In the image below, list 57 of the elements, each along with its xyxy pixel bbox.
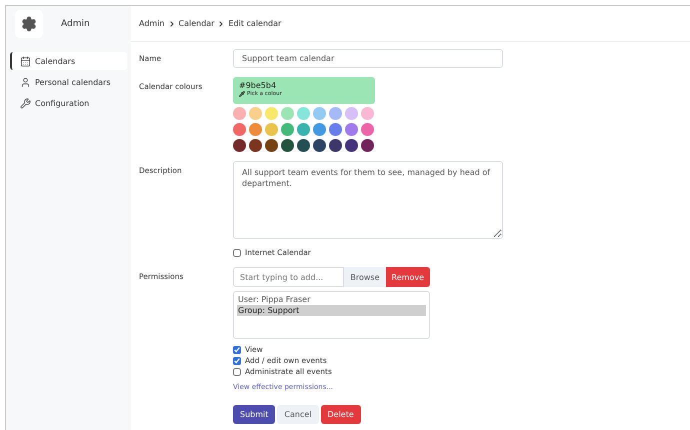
sidebar-item[interactable]: Calendars: [10, 52, 127, 70]
primary-button[interactable]: Submit: [233, 405, 276, 424]
colour-swatch[interactable]: [329, 139, 342, 152]
colour-swatch[interactable]: [249, 139, 262, 152]
colour-swatch[interactable]: [297, 107, 310, 120]
sidebar-item[interactable]: Configuration: [10, 94, 127, 112]
colour-swatch[interactable]: [329, 107, 342, 120]
colour-swatch[interactable]: [345, 139, 358, 152]
colour-swatch[interactable]: [281, 123, 294, 136]
colour-swatch[interactable]: [265, 139, 278, 152]
pipette-icon: [239, 91, 245, 97]
breadcrumb-item: Edit calendar: [228, 19, 282, 28]
calendar-icon: [20, 56, 31, 66]
breadcrumb-item[interactable]: Calendar: [178, 19, 214, 28]
colour-swatch[interactable]: [313, 107, 326, 120]
checkbox[interactable]: [233, 346, 241, 354]
permission-list[interactable]: User: Pippa Fraser Group: Support: [233, 291, 430, 339]
permission-search-field[interactable]: Start typing to add...: [233, 267, 344, 287]
colour-swatch[interactable]: [281, 107, 294, 120]
checkbox[interactable]: [233, 248, 241, 256]
wrench-icon: [20, 98, 31, 108]
chevron-icon: [217, 20, 226, 28]
checkbox[interactable]: [233, 356, 241, 364]
colour-swatch[interactable]: [313, 123, 326, 136]
checkbox[interactable]: [233, 368, 241, 376]
browse-button[interactable]: Browse: [344, 267, 386, 287]
secondary-button[interactable]: Cancel: [277, 405, 318, 424]
colour-swatch[interactable]: [329, 123, 342, 136]
colour-swatch[interactable]: [345, 123, 358, 136]
colour-swatch[interactable]: [249, 123, 262, 136]
remove-button[interactable]: Remove: [386, 267, 430, 287]
breadcrumb-item[interactable]: Admin: [139, 19, 164, 28]
colour-swatch[interactable]: [313, 139, 326, 152]
colour-swatch[interactable]: [249, 107, 262, 120]
sidebar-item[interactable]: Personal calendars: [10, 73, 127, 91]
description-field[interactable]: All support team events for them to see, managed by head of department.: [233, 161, 503, 239]
colour-swatch[interactable]: [361, 139, 374, 152]
colour-swatch[interactable]: [265, 123, 278, 136]
colour-swatch[interactable]: [233, 123, 246, 136]
colour-swatch[interactable]: [281, 139, 294, 152]
chevron-icon: [168, 20, 176, 28]
name-field[interactable]: Support team calendar: [233, 49, 503, 68]
colour-swatch[interactable]: [233, 139, 246, 152]
colour-swatch[interactable]: [297, 123, 310, 136]
colour-swatch[interactable]: [361, 123, 374, 136]
colour-value: #9be5b4: [239, 81, 278, 90]
permission-entry[interactable]: Group: Support: [237, 305, 426, 316]
colour-swatch[interactable]: [233, 107, 246, 120]
colour-swatch[interactable]: [265, 107, 278, 120]
colour-swatch[interactable]: [345, 107, 358, 120]
sidebar-title: Admin: [61, 19, 90, 29]
colour-swatch[interactable]: [297, 139, 310, 152]
permission-entry[interactable]: User: Pippa Fraser: [237, 294, 426, 305]
user-icon: [20, 76, 31, 88]
colour-swatch[interactable]: [361, 107, 374, 120]
gear-icon: [21, 16, 37, 32]
danger-button[interactable]: Delete: [320, 405, 361, 424]
